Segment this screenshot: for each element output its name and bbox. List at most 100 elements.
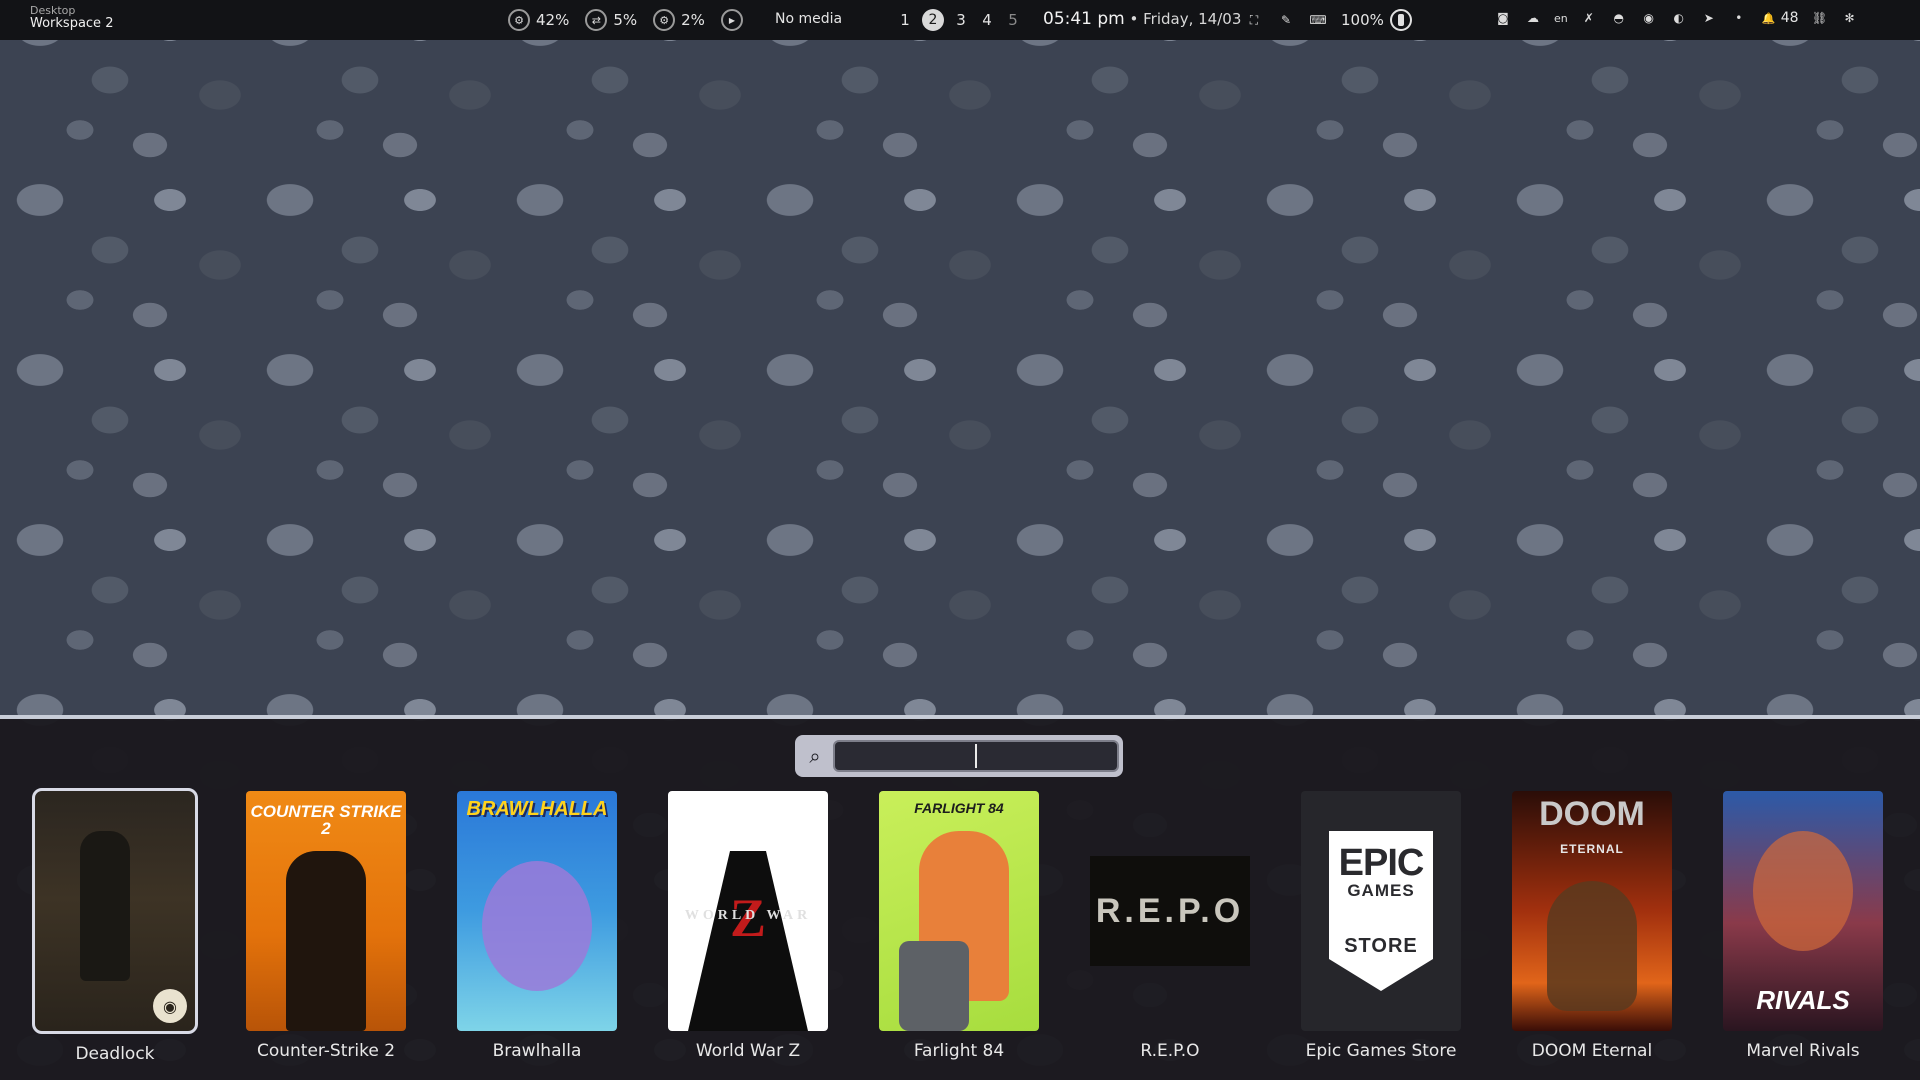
gpu-value: 2% xyxy=(681,11,705,29)
workspace-4-button[interactable]: 4 xyxy=(978,11,996,29)
game-cover-repo: R.E.P.O xyxy=(1090,791,1250,1031)
tray-lang-icon[interactable]: en xyxy=(1554,9,1568,27)
gpu-monitor[interactable]: ⚙ 2% xyxy=(653,9,705,31)
game-cover-doom-eternal: DOOM ETERNAL xyxy=(1512,791,1672,1031)
game-tile-epic-games-store[interactable]: EPIC GAMES STORE Epic Games Store xyxy=(1298,791,1464,1071)
game-tile-repo[interactable]: R.E.P.O R.E.P.O xyxy=(1087,791,1253,1071)
cover-strip: R.E.P.O xyxy=(1090,856,1250,966)
notification-count: 48 xyxy=(1780,10,1799,26)
resource-monitors: ⚙ 42% ⇄ 5% ⚙ 2% ▶ xyxy=(508,9,743,31)
cover-title: EPIC xyxy=(1338,842,1425,884)
game-tile-marvel-rivals[interactable]: RIVALS Marvel Rivals xyxy=(1720,791,1886,1071)
cover-subtitle: GAMES xyxy=(1347,881,1415,900)
workspace-switcher: 1 2 3 4 5 xyxy=(896,9,1022,31)
deadlock-emblem-icon: ◉ xyxy=(153,989,187,1023)
game-tile-world-war-z[interactable]: Z WORLD WAR World War Z xyxy=(665,791,831,1071)
system-tray: ◙ ☁ en ✗ ◓ ◉ ◐ ➤ • 🔔 48 ⛓ ✻ xyxy=(1494,9,1859,27)
battery-icon xyxy=(1389,9,1412,31)
game-cover-counter-strike-2: COUNTER STRIKE 2 xyxy=(246,791,406,1031)
cpu-monitor[interactable]: ⚙ 42% xyxy=(508,9,569,31)
tray-app3-icon[interactable]: ◓ xyxy=(1610,9,1628,27)
cover-title: DOOM xyxy=(1539,795,1645,833)
game-tile-counter-strike-2[interactable]: COUNTER STRIKE 2 Counter-Strike 2 xyxy=(243,791,409,1071)
clock-date: Friday, 14/03 xyxy=(1143,10,1242,28)
desktop-wallpaper xyxy=(0,40,1920,715)
tray-dot-icon[interactable]: • xyxy=(1730,9,1748,27)
workspace-name: Workspace 2 xyxy=(30,16,114,31)
search-bar: ⌕ xyxy=(795,735,1123,777)
tray-steam-icon[interactable]: ◐ xyxy=(1670,9,1688,27)
game-tile-deadlock[interactable]: ◉ Deadlock xyxy=(32,788,198,1071)
cpu-icon: ⚙ xyxy=(508,9,530,31)
workspace-2-button[interactable]: 2 xyxy=(922,9,944,31)
workspace-title: Desktop Workspace 2 xyxy=(30,4,113,30)
bluetooth-icon[interactable]: ✻ xyxy=(1841,9,1859,27)
game-tile-farlight-84[interactable]: FARLIGHT 84 Farlight 84 xyxy=(876,791,1042,1071)
keyboard-icon[interactable]: ⌨ xyxy=(1309,11,1327,29)
cpu-value: 42% xyxy=(536,11,570,29)
cover-title: BRAWLHALLA xyxy=(466,798,608,820)
battery-percent: 100% xyxy=(1341,11,1384,29)
game-cover-farlight-84: FARLIGHT 84 xyxy=(879,791,1039,1031)
game-label: World War Z xyxy=(695,1041,801,1061)
tray-discord-icon[interactable]: ◉ xyxy=(1640,9,1658,27)
swap-icon: ⇄ xyxy=(585,9,608,31)
cover-art xyxy=(899,941,969,1031)
search-icon: ⌕ xyxy=(809,744,821,768)
text-caret xyxy=(975,744,977,768)
game-cover-brawlhalla: BRAWLHALLA xyxy=(457,791,617,1031)
cover-title: R.E.P.O xyxy=(1095,892,1245,930)
swap-monitor[interactable]: ⇄ 5% xyxy=(585,9,637,31)
clock-separator: • xyxy=(1124,10,1144,28)
game-launcher-panel: ⌕ ◉ Deadlock COUNTER STRIKE 2 Counter-St… xyxy=(0,715,1920,1080)
notifications-button[interactable]: 🔔 48 xyxy=(1760,9,1799,27)
cover-art xyxy=(1753,831,1853,951)
cover-subtitle: ETERNAL xyxy=(1560,842,1624,856)
game-label: Brawlhalla xyxy=(492,1041,582,1061)
cover-title: FARLIGHT 84 xyxy=(914,800,1004,816)
game-cover-epic-games-store: EPIC GAMES STORE xyxy=(1301,791,1461,1031)
battery-status[interactable]: 100% xyxy=(1341,9,1412,31)
game-tile-brawlhalla[interactable]: BRAWLHALLA Brawlhalla xyxy=(454,791,620,1071)
cover-figure xyxy=(286,851,366,1031)
game-tile-doom-eternal[interactable]: DOOM ETERNAL DOOM Eternal xyxy=(1509,791,1675,1071)
cover-title: RIVALS xyxy=(1756,985,1850,1015)
play-icon[interactable]: ▶ xyxy=(720,9,743,31)
tray-telegram-icon[interactable]: ➤ xyxy=(1700,9,1718,27)
workspace-5-button[interactable]: 5 xyxy=(1004,11,1022,29)
game-list: ◉ Deadlock COUNTER STRIKE 2 Counter-Stri… xyxy=(32,788,1902,1071)
game-cover-marvel-rivals: RIVALS xyxy=(1723,791,1883,1031)
game-label: DOOM Eternal xyxy=(1531,1041,1653,1061)
clock[interactable]: 05:41 pm • Friday, 14/03 xyxy=(1043,9,1241,29)
game-cover-world-war-z: Z WORLD WAR xyxy=(668,791,828,1031)
cover-title: COUNTER STRIKE 2 xyxy=(250,802,402,838)
gpu-icon: ⚙ xyxy=(653,9,676,31)
color-picker-icon[interactable]: ✎ xyxy=(1277,11,1295,29)
network-icon[interactable]: ⛓ xyxy=(1811,9,1829,27)
cover-title: WORLD WAR xyxy=(684,908,812,923)
top-bar: Desktop Workspace 2 ⚙ 42% ⇄ 5% ⚙ 2% ▶ No… xyxy=(0,0,1920,40)
game-label: Epic Games Store xyxy=(1305,1041,1457,1061)
game-cover-deadlock: ◉ xyxy=(32,788,198,1034)
epic-logo-icon: EPIC GAMES STORE xyxy=(1329,831,1433,991)
cover-art xyxy=(482,861,592,991)
tray-cloud-icon[interactable]: ☁ xyxy=(1524,9,1542,27)
game-label: Counter-Strike 2 xyxy=(256,1041,396,1061)
clock-time: 05:41 pm xyxy=(1043,9,1125,29)
tray-app2-icon[interactable]: ✗ xyxy=(1580,9,1598,27)
game-label: R.E.P.O xyxy=(1140,1041,1200,1061)
system-quick-icons: ⛶ ✎ ⌨ 100% xyxy=(1245,9,1412,31)
media-status[interactable]: No media xyxy=(775,11,842,27)
tray-app1-icon[interactable]: ◙ xyxy=(1494,9,1512,27)
workspace-1-button[interactable]: 1 xyxy=(896,11,914,29)
cover-store-label: STORE xyxy=(1344,935,1418,957)
game-label: Deadlock xyxy=(75,1044,155,1064)
swap-value: 5% xyxy=(613,11,638,29)
cover-figure xyxy=(80,831,130,981)
screenshot-icon[interactable]: ⛶ xyxy=(1245,11,1263,29)
workspace-3-button[interactable]: 3 xyxy=(952,11,970,29)
game-label: Marvel Rivals xyxy=(1746,1041,1860,1061)
game-label: Farlight 84 xyxy=(913,1041,1005,1061)
cover-art xyxy=(1547,881,1637,1011)
bell-icon: 🔔 xyxy=(1761,11,1776,25)
